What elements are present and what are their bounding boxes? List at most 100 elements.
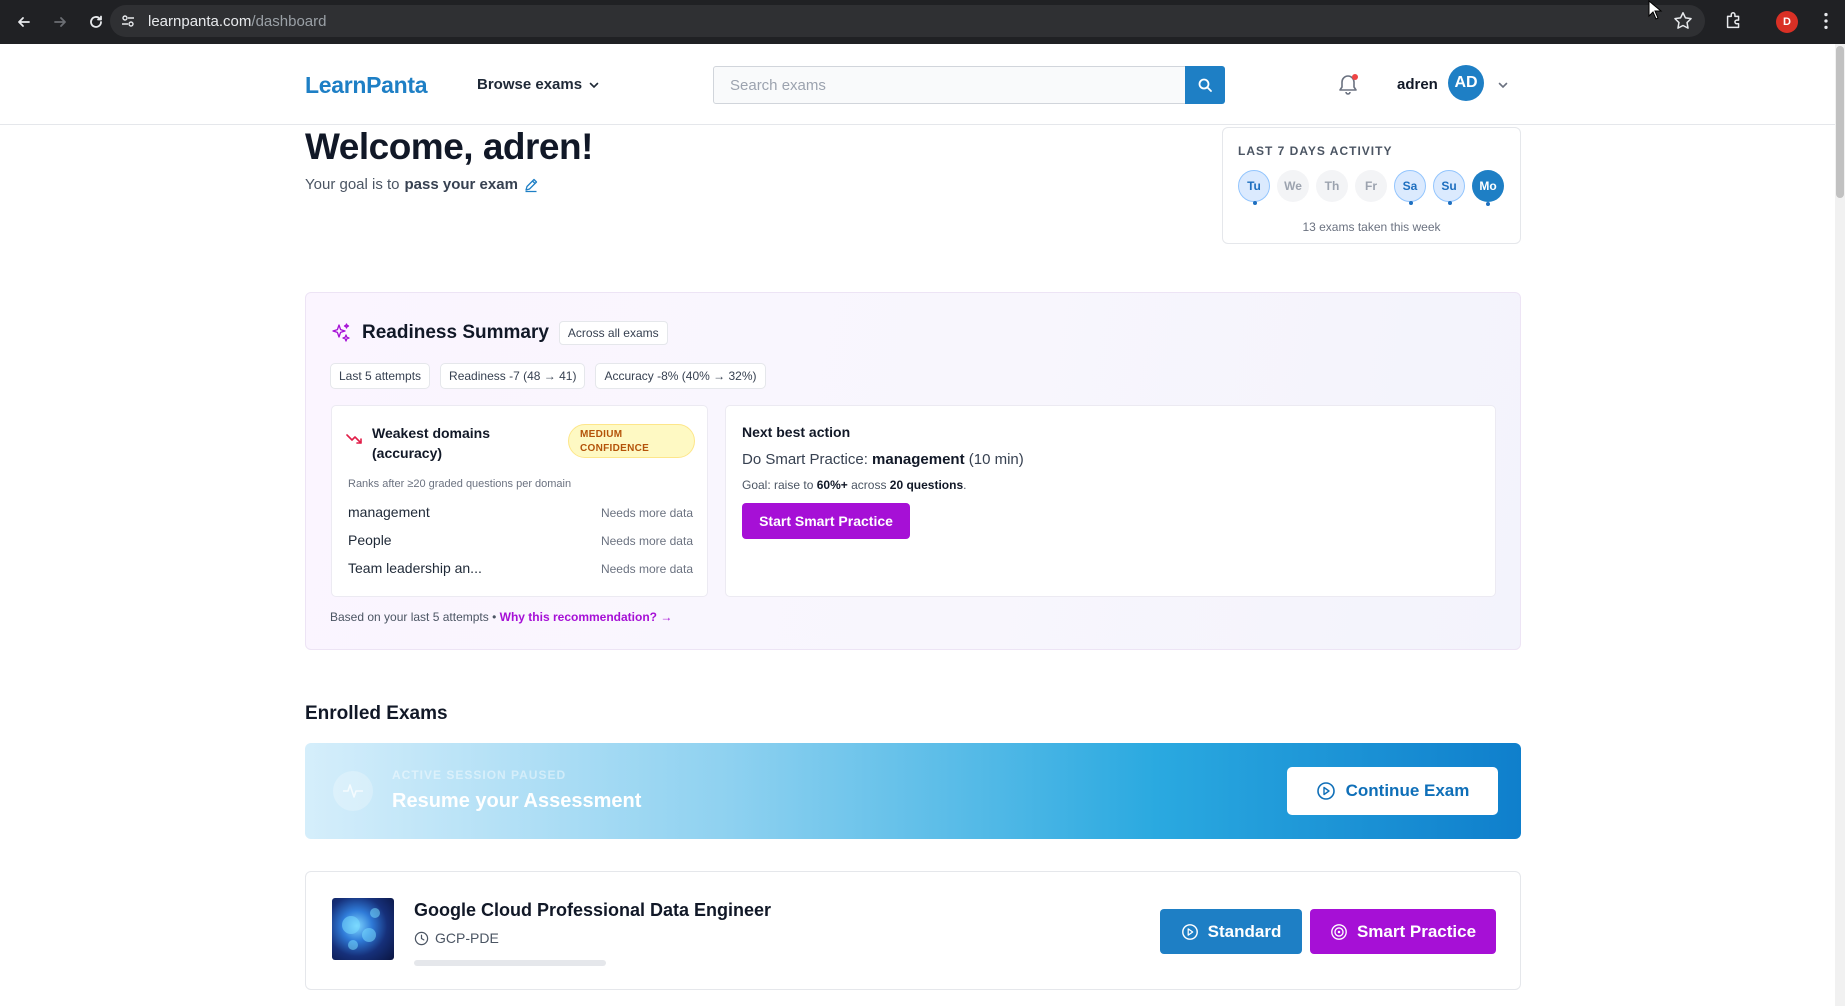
url-host: learnpanta.com xyxy=(148,12,252,30)
bookmark-star-icon[interactable] xyxy=(1672,10,1694,32)
search-button[interactable] xyxy=(1185,66,1225,104)
activity-day-label: Mo xyxy=(1479,179,1497,193)
site-settings-icon[interactable] xyxy=(120,13,136,29)
domain-status: Needs more data xyxy=(600,534,693,548)
smart-practice-label: Smart Practice xyxy=(1356,921,1477,941)
trending-down-icon xyxy=(346,432,364,446)
next-action-text: Do Smart Practice: management (10 min) xyxy=(742,451,1024,468)
back-icon[interactable] xyxy=(12,10,36,34)
browser-menu-icon[interactable] xyxy=(1815,10,1837,32)
search-icon xyxy=(1197,77,1213,93)
why-recommendation-link[interactable]: Why this recommendation? → xyxy=(500,610,673,624)
exam-code-row: GCP-PDE xyxy=(414,930,499,946)
page-scrollbar[interactable] xyxy=(1835,44,1845,1006)
standard-label: Standard xyxy=(1207,921,1282,941)
chip-accuracy: Accuracy -8% (40% → 32%) xyxy=(595,363,766,389)
activity-day-label: Su xyxy=(1441,179,1457,193)
activity-pulse-icon xyxy=(333,771,373,811)
activity-day-label: We xyxy=(1284,179,1302,193)
smart-practice-button[interactable]: Smart Practice xyxy=(1310,909,1496,954)
domain-name: management xyxy=(348,504,430,520)
readiness-summary-card: Readiness Summary Across all exams Last … xyxy=(305,292,1521,650)
readiness-footer-text: Based on your last 5 attempts • xyxy=(330,610,497,624)
enrolled-exams-heading: Enrolled Exams xyxy=(305,703,448,724)
activity-title: LAST 7 DAYS ACTIVITY xyxy=(1238,144,1393,158)
next-action-prefix: Do Smart Practice: xyxy=(742,451,868,468)
confidence-badge: MEDIUM CONFIDENCE xyxy=(568,424,695,458)
play-circle-icon xyxy=(1181,923,1199,941)
edit-goal-icon[interactable] xyxy=(523,177,539,193)
play-circle-icon xyxy=(1316,781,1336,801)
activity-dot xyxy=(1409,201,1413,205)
standard-mode-button[interactable]: Standard xyxy=(1160,909,1302,954)
activity-card: LAST 7 DAYS ACTIVITY Tu We Th Fr Sa Su Mo 13 e… xyxy=(1222,127,1521,244)
goal-value: pass your exam xyxy=(404,176,518,193)
resume-title: Resume your Assessment xyxy=(392,790,642,812)
resume-assessment-banner: ACTIVE SESSION PAUSED Resume your Assess… xyxy=(305,743,1521,839)
reload-icon[interactable] xyxy=(84,10,108,34)
activity-day-we: We xyxy=(1277,170,1309,202)
logo[interactable]: LearnPanta xyxy=(305,72,428,99)
avatar[interactable]: AD xyxy=(1448,65,1484,101)
browse-exams-menu[interactable]: Browse exams xyxy=(477,76,600,93)
chip-attempts: Last 5 attempts xyxy=(330,363,431,389)
activity-day-label: Th xyxy=(1324,179,1340,193)
forward-icon[interactable] xyxy=(48,10,72,34)
target-icon xyxy=(1330,923,1348,941)
goal-target: 60%+ xyxy=(816,478,848,492)
activity-day-su: Su xyxy=(1433,170,1465,205)
next-action-goal: Goal: raise to 60%+ across 20 questions. xyxy=(742,478,966,492)
sparkles-icon xyxy=(330,322,352,344)
weakest-domains-card: Weakest domains (accuracy) MEDIUM CONFID… xyxy=(331,405,708,597)
activity-days: Tu We Th Fr Sa Su Mo xyxy=(1238,170,1504,206)
resume-tag: ACTIVE SESSION PAUSED xyxy=(392,768,567,782)
goal-text-end: . xyxy=(963,478,967,492)
domain-row[interactable]: management Needs more data xyxy=(348,504,693,520)
username[interactable]: adren xyxy=(1397,76,1438,93)
exam-code: GCP-PDE xyxy=(435,930,499,946)
url-text: learnpanta.com/dashboard xyxy=(148,13,326,30)
continue-exam-label: Continue Exam xyxy=(1345,781,1470,800)
user-menu-chevron-icon[interactable] xyxy=(1497,79,1509,91)
activity-dot xyxy=(1448,201,1452,205)
browse-exams-label: Browse exams xyxy=(477,76,583,93)
domain-row[interactable]: Team leadership an... Needs more data xyxy=(348,560,693,576)
chevron-down-icon xyxy=(588,79,600,91)
readiness-footer: Based on your last 5 attempts • Why this… xyxy=(330,610,672,624)
activity-day-label: Tu xyxy=(1247,179,1261,193)
url-path: /dashboard xyxy=(251,12,327,30)
goal-text-prefix: Goal: raise to xyxy=(742,478,814,492)
activity-day-tu: Tu xyxy=(1238,170,1270,205)
activity-dot xyxy=(1486,202,1490,206)
domain-status: Needs more data xyxy=(600,506,693,520)
domain-row[interactable]: People Needs more data xyxy=(348,532,693,548)
activity-day-th: Th xyxy=(1316,170,1348,202)
readiness-header: Readiness Summary Across all exams xyxy=(330,321,668,345)
scrollbar-thumb[interactable] xyxy=(1836,46,1844,198)
start-smart-practice-button[interactable]: Start Smart Practice xyxy=(742,503,910,539)
activity-day-label: Fr xyxy=(1365,179,1377,193)
extensions-icon[interactable] xyxy=(1723,10,1745,32)
clock-icon xyxy=(414,931,429,946)
activity-day-sa: Sa xyxy=(1394,170,1426,205)
browser-profile-avatar[interactable]: D xyxy=(1776,11,1798,33)
ranking-note: Ranks after ≥20 graded questions per dom… xyxy=(348,478,572,490)
page-title: Welcome, adren! xyxy=(305,126,593,167)
address-bar[interactable]: learnpanta.com/dashboard xyxy=(110,5,1705,37)
domain-status: Needs more data xyxy=(600,562,693,576)
search-input[interactable] xyxy=(713,66,1186,104)
chip-readiness: Readiness -7 (48 → 41) xyxy=(440,363,586,389)
continue-exam-button[interactable]: Continue Exam xyxy=(1287,767,1498,815)
mouse-cursor-icon xyxy=(1648,0,1664,20)
exam-name[interactable]: Google Cloud Professional Data Engineer xyxy=(414,900,771,921)
activity-day-mo: Mo xyxy=(1472,170,1504,206)
app-header: LearnPanta Browse exams adren AD xyxy=(0,44,1835,125)
next-action-duration: (10 min) xyxy=(968,451,1024,468)
activity-day-label: Sa xyxy=(1402,179,1418,193)
domain-name: Team leadership an... xyxy=(348,560,482,576)
weakest-domains-title: Weakest domains (accuracy) xyxy=(372,425,491,461)
goal-prefix: Your goal is to xyxy=(305,176,400,193)
next-action-title: Next best action xyxy=(742,424,851,440)
next-best-action-card: Next best action Do Smart Practice: mana… xyxy=(725,405,1496,597)
exam-thumbnail xyxy=(332,898,394,960)
